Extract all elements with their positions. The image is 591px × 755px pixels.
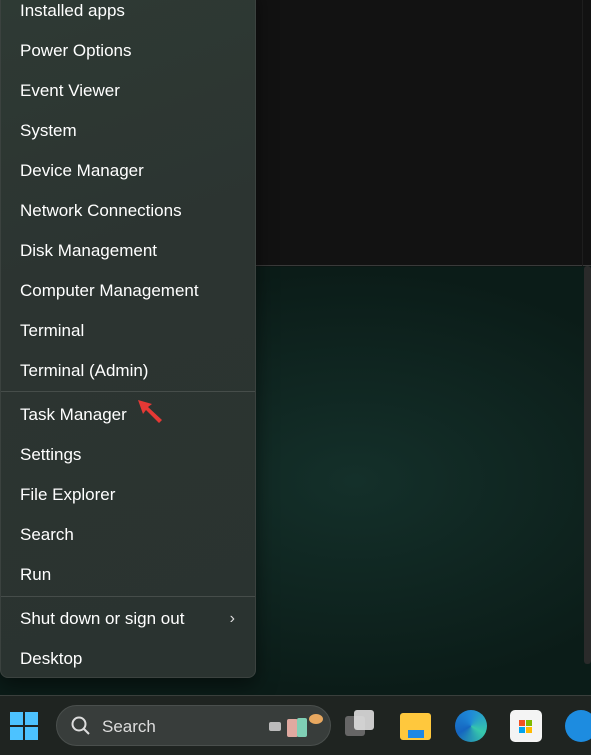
chevron-right-icon: › [229,610,235,627]
scrollbar[interactable] [584,266,591,664]
menu-item-device-manager[interactable]: Device Manager [1,152,255,190]
store-icon[interactable] [510,710,542,742]
menu-item-installed-apps[interactable]: Installed apps [1,0,255,30]
menu-item-run[interactable]: Run [1,556,255,594]
task-view-icon[interactable] [345,710,377,742]
menu-item-search[interactable]: Search [1,516,255,554]
divider [1,391,255,392]
edge-icon[interactable] [455,710,487,742]
menu-item-shut-down[interactable]: Shut down or sign out › [1,600,255,638]
menu-item-network-connections[interactable]: Network Connections [1,192,255,230]
menu-item-task-manager[interactable]: Task Manager [1,396,255,434]
docker-icon[interactable] [565,710,591,742]
red-arrow-annotation-icon [138,400,162,423]
quick-link-menu: Installed apps Power Options Event Viewe… [0,0,256,678]
menu-item-terminal[interactable]: Terminal [1,312,255,350]
menu-item-terminal-admin[interactable]: Terminal (Admin) [1,352,255,390]
search-box[interactable]: Search [56,705,331,746]
search-highlight-icon [269,714,324,740]
taskbar: Search [0,695,591,755]
menu-item-desktop[interactable]: Desktop [1,640,255,678]
divider [1,596,255,597]
file-explorer-icon[interactable] [400,710,432,742]
menu-item-system[interactable]: System [1,112,255,150]
search-label: Search [102,717,156,736]
search-icon [71,716,90,735]
start-icon[interactable] [10,712,38,740]
menu-item-label: Shut down or sign out [20,609,185,628]
menu-item-computer-management[interactable]: Computer Management [1,272,255,310]
menu-item-disk-management[interactable]: Disk Management [1,232,255,270]
menu-item-file-explorer[interactable]: File Explorer [1,476,255,514]
menu-item-settings[interactable]: Settings [1,436,255,474]
menu-item-event-viewer[interactable]: Event Viewer [1,72,255,110]
menu-item-power-options[interactable]: Power Options [1,32,255,70]
